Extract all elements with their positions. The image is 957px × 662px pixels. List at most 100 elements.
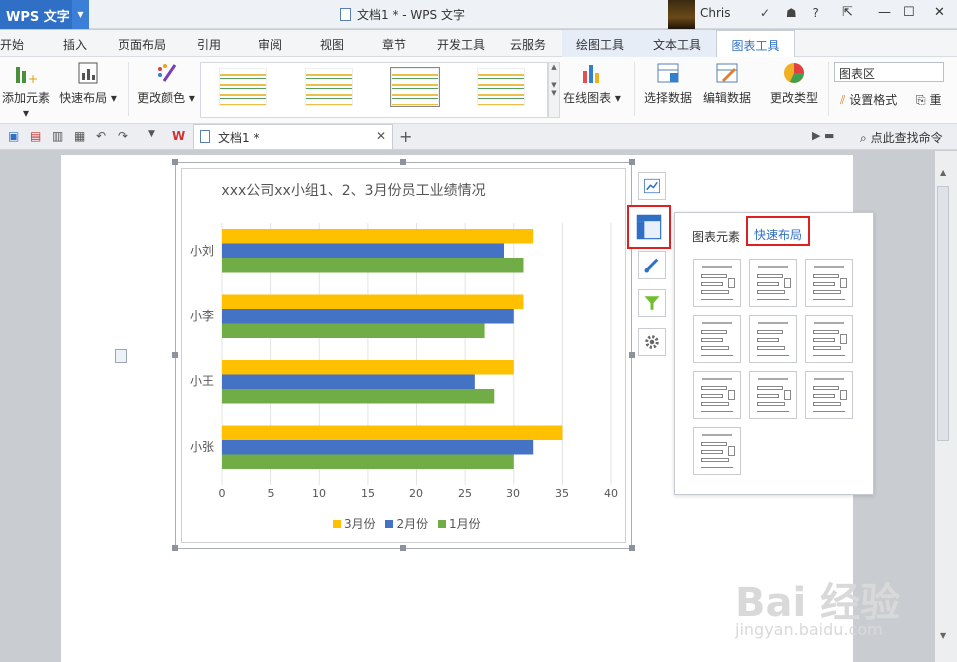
- app-menu-button[interactable]: WPS 文字 ▼: [0, 0, 89, 29]
- reset-button[interactable]: ⎘ 重: [916, 91, 941, 108]
- title-bar: WPS 文字 ▼ 文档1 * - WPS 文字 Chris ✓ ☗ ? ⇱ — …: [0, 0, 957, 29]
- menu-home[interactable]: 开始: [0, 36, 24, 53]
- layout-option-8[interactable]: [749, 371, 797, 419]
- scroll-down-icon[interactable]: ▼: [940, 631, 946, 640]
- resize-handle[interactable]: [629, 545, 635, 551]
- paragraph-icon[interactable]: [115, 349, 127, 363]
- edit-data-icon: [716, 63, 738, 83]
- resize-handle[interactable]: [629, 159, 635, 165]
- online-chart-icon: [583, 65, 599, 83]
- tab-chart-tools[interactable]: 图表工具: [716, 30, 795, 58]
- minimize-icon[interactable]: —: [878, 5, 891, 20]
- view-toggle-icons[interactable]: ▶ ▬: [812, 129, 834, 142]
- layout-option-9[interactable]: [805, 371, 853, 419]
- gallery-up-icon[interactable]: ▲: [549, 63, 559, 71]
- resize-handle[interactable]: [400, 159, 406, 165]
- legend-entry: 1月份: [448, 517, 481, 531]
- chart-area-select[interactable]: 图表区: [834, 62, 944, 82]
- print-preview-icon[interactable]: ▦: [74, 129, 88, 143]
- print-icon[interactable]: ▥: [52, 129, 66, 143]
- filter-icon: [644, 296, 660, 310]
- menu-section[interactable]: 章节: [382, 36, 406, 53]
- layout-option-5[interactable]: [749, 315, 797, 363]
- layout-option-1[interactable]: [693, 259, 741, 307]
- chevron-down-icon[interactable]: ▼: [72, 0, 89, 29]
- menu-view[interactable]: 视图: [320, 36, 344, 53]
- redo-icon[interactable]: ↷: [118, 129, 132, 143]
- color-brush-icon: [158, 64, 177, 82]
- save-icon[interactable]: ▣: [8, 129, 22, 143]
- customize-dropdown-icon[interactable]: ▼: [148, 129, 162, 143]
- close-tab-icon[interactable]: ✕: [376, 129, 386, 143]
- restore-ribbon-icon[interactable]: ⇱: [842, 5, 853, 20]
- layout-option-6[interactable]: [805, 315, 853, 363]
- resize-handle[interactable]: [400, 545, 406, 551]
- help-icon[interactable]: ?: [812, 6, 824, 20]
- edit-data-button[interactable]: 编辑数据: [701, 61, 753, 106]
- resize-handle[interactable]: [172, 159, 178, 165]
- select-data-button[interactable]: 选择数据: [642, 61, 694, 106]
- undo-icon[interactable]: ↶: [96, 129, 110, 143]
- style-thumb-3[interactable]: [390, 67, 440, 107]
- change-type-button[interactable]: 更改类型: [768, 61, 820, 106]
- layout-option-4[interactable]: [693, 315, 741, 363]
- scroll-thumb[interactable]: [937, 186, 949, 441]
- layout-icon: [636, 214, 662, 240]
- menu-page-layout[interactable]: 页面布局: [118, 36, 166, 53]
- chart-elements-side-button[interactable]: [638, 172, 666, 200]
- layout-option-10[interactable]: [693, 427, 741, 475]
- doc-tab[interactable]: 文档1 * ✕: [193, 124, 393, 149]
- resize-handle[interactable]: [172, 545, 178, 551]
- chart-settings-side-button[interactable]: [638, 328, 666, 356]
- layout-option-3[interactable]: [805, 259, 853, 307]
- quick-layout-side-button[interactable]: [627, 205, 671, 249]
- checkmark-icon[interactable]: ✓: [760, 6, 776, 20]
- gallery-scroll[interactable]: ▲ ▼ ▼: [548, 62, 560, 118]
- window-title-text: 文档1 * - WPS 文字: [357, 8, 465, 22]
- title-icons[interactable]: ✓ ☗ ?: [760, 6, 825, 20]
- panel-tab-layout[interactable]: 快速布局: [746, 216, 811, 246]
- chart-legend[interactable]: 3月份 2月份 1月份: [327, 515, 481, 532]
- reset-icon: ⎘: [916, 93, 926, 107]
- menu-developer[interactable]: 开发工具: [437, 36, 485, 53]
- resize-handle[interactable]: [172, 352, 178, 358]
- scroll-up-icon[interactable]: ▲: [940, 168, 946, 177]
- layout-option-7[interactable]: [693, 371, 741, 419]
- menu-review[interactable]: 审阅: [258, 36, 282, 53]
- chart-filter-side-button[interactable]: [638, 289, 666, 317]
- chart-title[interactable]: xxx公司xx小组1、2、3月份员工业绩情况: [181, 180, 526, 200]
- menu-insert[interactable]: 插入: [63, 36, 87, 53]
- new-tab-icon[interactable]: +: [399, 127, 412, 146]
- window-title: 文档1 * - WPS 文字: [340, 6, 465, 23]
- gallery-more-icon[interactable]: ▼: [549, 89, 559, 97]
- user-name[interactable]: Chris: [700, 6, 731, 20]
- change-color-button[interactable]: 更改颜色 ▾: [136, 61, 196, 106]
- menu-references[interactable]: 引用: [197, 36, 221, 53]
- layout-option-2[interactable]: [749, 259, 797, 307]
- tab-text-tools[interactable]: 文本工具: [638, 30, 716, 57]
- panel-tab-elements[interactable]: 图表元素: [692, 228, 740, 245]
- x-tick-label: 10: [312, 487, 326, 500]
- close-icon[interactable]: ✕: [934, 5, 945, 20]
- command-search[interactable]: ⌕ 点此查找命令: [860, 129, 943, 146]
- set-format-button[interactable]: ⫽ 设置格式: [840, 91, 897, 108]
- pdf-icon[interactable]: ▤: [30, 129, 44, 143]
- online-chart-button[interactable]: 在线图表 ▾: [562, 61, 622, 106]
- resize-handle[interactable]: [629, 352, 635, 358]
- skin-icon[interactable]: ☗: [786, 6, 803, 20]
- menu-cloud[interactable]: 云服务: [510, 36, 546, 53]
- wps-logo-icon[interactable]: W: [172, 129, 186, 143]
- avatar[interactable]: [668, 0, 695, 29]
- style-thumb-2[interactable]: [305, 68, 353, 106]
- chart-style-side-button[interactable]: [638, 251, 666, 279]
- style-thumb-1[interactable]: [219, 68, 267, 106]
- style-thumb-4[interactable]: [477, 68, 525, 106]
- y-tick-label: 小王: [190, 374, 215, 388]
- add-element-button[interactable]: + 添加元素 ▾: [0, 61, 52, 120]
- maximize-icon[interactable]: ☐: [903, 5, 915, 20]
- tab-drawing-tools[interactable]: 绘图工具: [562, 30, 638, 57]
- quick-layout-button[interactable]: 快速布局 ▾: [58, 61, 118, 106]
- x-tick-label: 40: [604, 487, 618, 500]
- gear-icon: [645, 335, 659, 349]
- gallery-down-icon[interactable]: ▼: [549, 81, 559, 89]
